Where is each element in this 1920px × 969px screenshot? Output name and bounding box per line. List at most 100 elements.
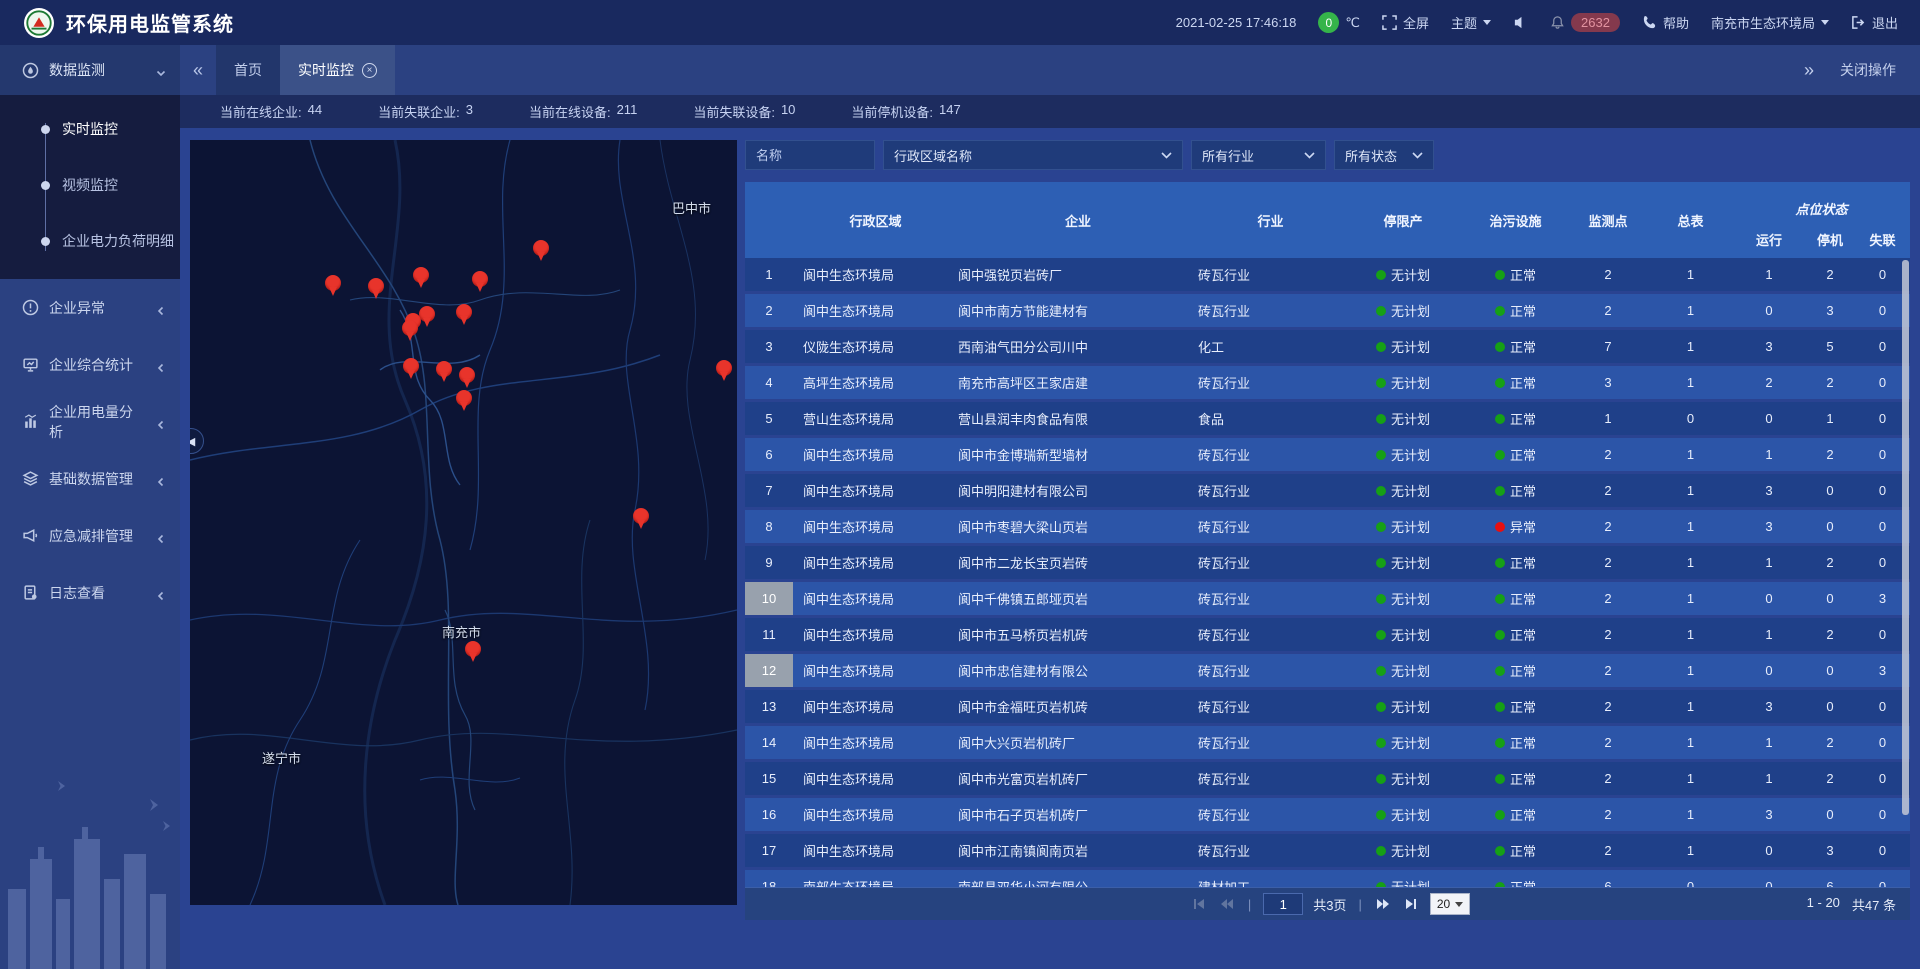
map-pin-icon[interactable] bbox=[472, 271, 488, 287]
first-page-button[interactable] bbox=[1190, 896, 1208, 912]
map-city-label: 巴中市 bbox=[672, 198, 711, 217]
page-size-select[interactable]: 20 bbox=[1430, 893, 1470, 915]
sidebar-item-power-load-detail[interactable]: 企业电力负荷明细 bbox=[0, 213, 180, 269]
tabs-scroll-left-icon[interactable]: « bbox=[180, 45, 216, 95]
table-row[interactable]: 11 阆中生态环境局 阆中市五马桥页岩机砖 砖瓦行业 无计划 bbox=[745, 618, 1910, 651]
row-limit-status: 无计划 bbox=[1343, 330, 1463, 363]
map-pin-icon[interactable] bbox=[456, 304, 472, 320]
row-limit-status: 无计划 bbox=[1343, 762, 1463, 795]
prev-page-button[interactable] bbox=[1218, 896, 1236, 912]
row-company: 西南油气田分公司川中 bbox=[958, 330, 1198, 363]
tab-home[interactable]: 首页 bbox=[216, 45, 280, 95]
sidebar-item-log-view[interactable]: 日志查看 bbox=[0, 564, 180, 621]
map-pin-icon[interactable] bbox=[465, 641, 481, 657]
table-row[interactable]: 3 仪陇生态环境局 西南油气田分公司川中 化工 无计划 bbox=[745, 330, 1910, 363]
status-select[interactable]: 所有状态 bbox=[1334, 140, 1434, 170]
row-running-count: 3 bbox=[1733, 510, 1805, 543]
map-pin-icon[interactable] bbox=[633, 508, 649, 524]
table-row[interactable]: 6 阆中生态环境局 阆中市金博瑞新型墙材 砖瓦行业 无计划 bbox=[745, 438, 1910, 471]
industry-select[interactable]: 所有行业 bbox=[1191, 140, 1326, 170]
row-monitor-points: 2 bbox=[1568, 690, 1648, 723]
table-row[interactable]: 13 阆中生态环境局 阆中市金福旺页岩机砖 砖瓦行业 无计划 bbox=[745, 690, 1910, 723]
megaphone-icon bbox=[22, 527, 39, 544]
map-pin-icon[interactable] bbox=[402, 320, 418, 336]
app-title: 环保用电监管系统 bbox=[66, 8, 234, 37]
tabs-scroll-right-icon[interactable]: » bbox=[1804, 60, 1814, 81]
table-row[interactable]: 16 阆中生态环境局 阆中市石子页岩机砖厂 砖瓦行业 无计划 bbox=[745, 798, 1910, 831]
tab-realtime-monitoring[interactable]: 实时监控 × bbox=[280, 45, 395, 95]
table-row[interactable]: 2 阆中生态环境局 阆中市南方节能建材有 砖瓦行业 无计划 bbox=[745, 294, 1910, 327]
region-select[interactable]: 行政区域名称 bbox=[883, 140, 1183, 170]
separator: | bbox=[1248, 897, 1251, 912]
mute-button[interactable] bbox=[1513, 15, 1528, 30]
name-search-input[interactable] bbox=[745, 140, 875, 170]
map-pin-icon[interactable] bbox=[325, 275, 341, 291]
help-button[interactable]: 帮助 bbox=[1642, 13, 1689, 32]
table-row[interactable]: 10 阆中生态环境局 阆中千佛镇五郎垭页岩 砖瓦行业 无计划 bbox=[745, 582, 1910, 615]
sidebar-item-base-data[interactable]: 基础数据管理 bbox=[0, 450, 180, 507]
org-dropdown[interactable]: 南充市生态环境局 bbox=[1711, 13, 1829, 32]
sidebar-item-data-monitoring[interactable]: 数据监测 bbox=[0, 45, 180, 95]
map-pin-icon[interactable] bbox=[459, 367, 475, 383]
table-row[interactable]: 9 阆中生态环境局 阆中市二龙长宝页岩砖 砖瓦行业 无计划 bbox=[745, 546, 1910, 579]
row-limit-status: 无计划 bbox=[1343, 294, 1463, 327]
table-row[interactable]: 12 阆中生态环境局 阆中市忠信建材有限公 砖瓦行业 无计划 bbox=[745, 654, 1910, 687]
row-limit-status: 无计划 bbox=[1343, 474, 1463, 507]
main-area: « 首页 实时监控 × » 关闭操作 当前在线企业: 44 bbox=[180, 45, 1920, 969]
map-pin-icon[interactable] bbox=[413, 267, 429, 283]
map-pin-icon[interactable] bbox=[368, 278, 384, 294]
column-header-region: 行政区域 bbox=[793, 182, 958, 258]
map-pin-icon[interactable] bbox=[716, 360, 732, 376]
stat-label: 当前在线企业: bbox=[220, 102, 302, 121]
table-row[interactable]: 14 阆中生态环境局 阆中大兴页岩机砖厂 砖瓦行业 无计划 bbox=[745, 726, 1910, 759]
map-pin-icon[interactable] bbox=[419, 306, 435, 322]
chevron-left-icon bbox=[156, 360, 166, 370]
map-pin-icon[interactable] bbox=[456, 390, 472, 406]
table-row[interactable]: 8 阆中生态环境局 阆中市枣碧大梁山页岩 砖瓦行业 无计划 bbox=[745, 510, 1910, 543]
table-scrollbar[interactable] bbox=[1902, 260, 1909, 815]
table-row[interactable]: 5 营山生态环境局 营山县润丰肉食品有限 食品 无计划 bbox=[745, 402, 1910, 435]
status-dot-icon bbox=[1495, 774, 1505, 784]
sidebar-item-emergency-reduction[interactable]: 应急减排管理 bbox=[0, 507, 180, 564]
theme-dropdown[interactable]: 主题 bbox=[1451, 13, 1491, 32]
sidebar-item-label: 日志查看 bbox=[49, 583, 146, 603]
status-dot-icon bbox=[1376, 270, 1386, 280]
row-stopped-count: 2 bbox=[1805, 258, 1855, 291]
pagination-controls: | 共3页 | 20 bbox=[1030, 893, 1630, 915]
logout-button[interactable]: 退出 bbox=[1851, 13, 1898, 32]
table-row[interactable]: 17 阆中生态环境局 阆中市江南镇阆南页岩 砖瓦行业 无计划 bbox=[745, 834, 1910, 867]
sidebar-item-realtime-monitoring[interactable]: 实时监控 bbox=[0, 101, 180, 157]
table-row[interactable]: 15 阆中生态环境局 阆中市光富页岩机砖厂 砖瓦行业 无计划 bbox=[745, 762, 1910, 795]
table-row[interactable]: 18 南部生态环境局 南部县双华小河有限公 建材加工 无计划 bbox=[745, 870, 1910, 887]
row-running-count: 1 bbox=[1733, 258, 1805, 291]
sidebar-item-enterprise-statistics[interactable]: 企业综合统计 bbox=[0, 336, 180, 393]
map-panel[interactable]: 巴中市 南充市 遂宁市 bbox=[190, 140, 737, 905]
last-page-button[interactable] bbox=[1402, 896, 1420, 912]
page-number-input[interactable] bbox=[1263, 893, 1303, 915]
fullscreen-button[interactable]: 全屏 bbox=[1382, 13, 1429, 32]
table-row[interactable]: 7 阆中生态环境局 阆中明阳建材有限公司 砖瓦行业 无计划 bbox=[745, 474, 1910, 507]
sidebar-item-enterprise-abnormal[interactable]: 企业异常 bbox=[0, 279, 180, 336]
next-page-button[interactable] bbox=[1374, 896, 1392, 912]
row-industry: 砖瓦行业 bbox=[1198, 438, 1343, 471]
app-logo-icon bbox=[24, 8, 54, 38]
status-dot-icon bbox=[1495, 450, 1505, 460]
table-row[interactable]: 4 高坪生态环境局 南充市高坪区王家店建 砖瓦行业 无计划 bbox=[745, 366, 1910, 399]
city-skyline-watermark bbox=[0, 769, 180, 969]
row-stopped-count: 6 bbox=[1805, 870, 1855, 887]
map-pin-icon[interactable] bbox=[436, 361, 452, 377]
row-stopped-count: 0 bbox=[1805, 654, 1855, 687]
notifications[interactable]: 2632 bbox=[1550, 13, 1620, 32]
row-stopped-count: 2 bbox=[1805, 366, 1855, 399]
close-tab-icon[interactable]: × bbox=[362, 63, 377, 78]
row-index-cell: 2 bbox=[745, 294, 793, 327]
status-dot-icon bbox=[1495, 342, 1505, 352]
row-monitor-points: 2 bbox=[1568, 834, 1648, 867]
close-operations-button[interactable]: 关闭操作 bbox=[1840, 60, 1896, 80]
map-pin-icon[interactable] bbox=[403, 358, 419, 374]
map-pin-icon[interactable] bbox=[533, 240, 549, 256]
sidebar-item-video-monitoring[interactable]: 视频监控 bbox=[0, 157, 180, 213]
row-region: 营山生态环境局 bbox=[793, 402, 958, 435]
sidebar-item-power-analysis[interactable]: 企业用电量分析 bbox=[0, 393, 180, 450]
table-row[interactable]: 1 阆中生态环境局 阆中强锐页岩砖厂 砖瓦行业 无计划 bbox=[745, 258, 1910, 291]
